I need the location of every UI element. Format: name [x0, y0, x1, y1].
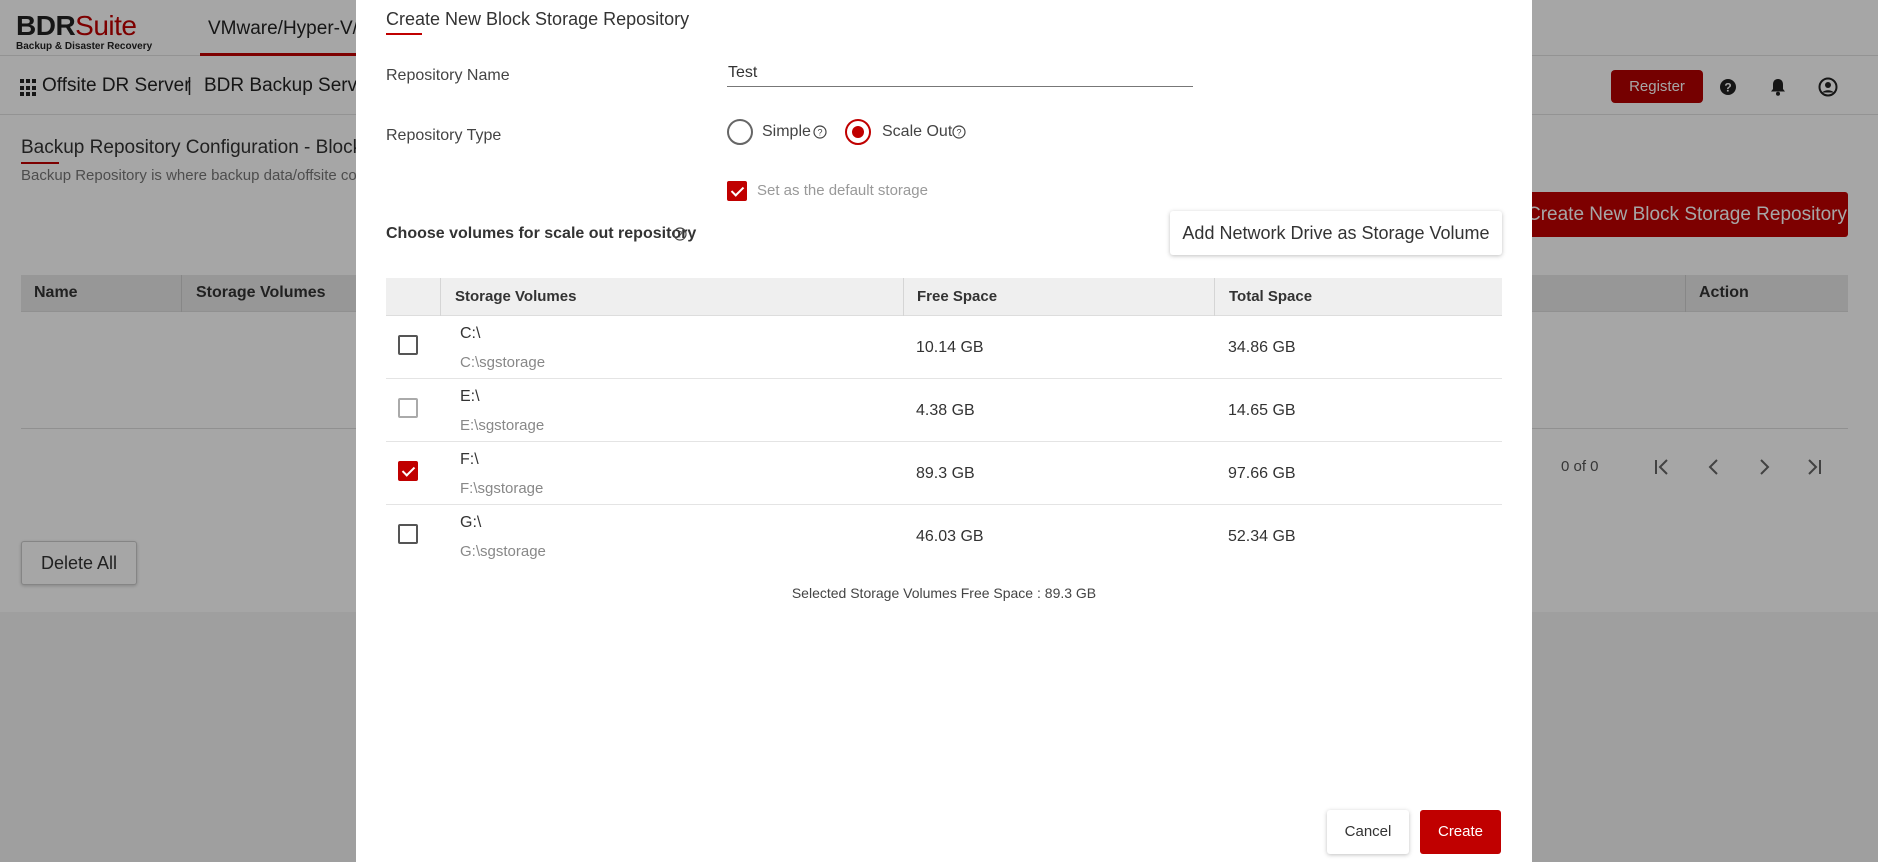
default-storage-label[interactable]: Set as the default storage	[757, 182, 928, 199]
repository-name-input[interactable]	[727, 60, 1193, 87]
table-row[interactable]: F:\ F:\sgstorage 89.3 GB 97.66 GB	[386, 442, 1502, 505]
dialog-title: Create New Block Storage Repository	[386, 9, 690, 29]
volume-total-space: 34.86 GB	[1228, 339, 1296, 356]
scale-out-help-icon[interactable]: ?	[952, 125, 966, 139]
choose-volumes-label: Choose volumes for scale out repository	[386, 225, 697, 242]
create-repository-dialog: Create New Block Storage Repository Repo…	[356, 0, 1532, 862]
table-row[interactable]: C:\ C:\sgstorage 10.14 GB 34.86 GB	[386, 316, 1502, 379]
volume-path: F:\sgstorage	[460, 480, 544, 497]
column-header-free-space: Free Space	[917, 288, 998, 305]
simple-help-icon[interactable]: ?	[813, 125, 827, 139]
choose-volumes-help-icon[interactable]: ?	[673, 227, 687, 241]
volume-free-space: 46.03 GB	[916, 528, 984, 545]
svg-text:?: ?	[677, 230, 682, 240]
repository-type-label: Repository Type	[386, 127, 502, 144]
column-divider	[440, 278, 441, 316]
column-divider	[903, 278, 904, 316]
volumes-table-header: Storage Volumes Free Space Total Space	[386, 278, 1502, 316]
selected-free-space-value: 89.3 GB	[1044, 585, 1097, 601]
volume-path: E:\sgstorage	[460, 417, 545, 434]
radio-simple[interactable]	[727, 119, 753, 145]
volume-total-space: 52.34 GB	[1228, 528, 1296, 545]
volume-path: C:\sgstorage	[460, 354, 546, 371]
default-storage-checkbox[interactable]	[727, 181, 747, 201]
volume-checkbox-e[interactable]	[398, 398, 418, 418]
table-row[interactable]: E:\ E:\sgstorage 4.38 GB 14.65 GB	[386, 379, 1502, 442]
volume-drive: C:\	[460, 325, 481, 342]
column-header-total-space: Total Space	[1229, 288, 1313, 305]
radio-scale-out-label[interactable]: Scale Out	[882, 123, 952, 141]
svg-text:?: ?	[817, 128, 822, 138]
volume-checkbox-f[interactable]	[398, 461, 418, 481]
create-button[interactable]: Create	[1420, 810, 1501, 854]
table-row[interactable]: G:\ G:\sgstorage 46.03 GB 52.34 GB	[386, 505, 1502, 561]
volume-free-space: 10.14 GB	[916, 339, 984, 356]
radio-simple-label[interactable]: Simple	[762, 123, 811, 141]
volume-total-space: 97.66 GB	[1228, 465, 1296, 482]
selected-free-space-label: Selected Storage Volumes Free Space :	[791, 585, 1045, 601]
radio-scale-out[interactable]	[845, 119, 871, 145]
repository-name-label: Repository Name	[386, 67, 510, 84]
add-network-drive-button[interactable]: Add Network Drive as Storage Volume	[1170, 211, 1502, 255]
volume-checkbox-c[interactable]	[398, 335, 418, 355]
volume-checkbox-g[interactable]	[398, 524, 418, 544]
volume-free-space: 89.3 GB	[916, 465, 975, 482]
volume-drive: E:\	[460, 388, 480, 405]
column-header-storage-volumes: Storage Volumes	[455, 288, 577, 305]
volume-total-space: 14.65 GB	[1228, 402, 1296, 419]
dialog-title-underline	[386, 33, 422, 35]
volume-drive: F:\	[460, 451, 479, 468]
column-divider	[1214, 278, 1215, 316]
svg-text:?: ?	[956, 128, 961, 138]
cancel-button[interactable]: Cancel	[1327, 810, 1409, 854]
volume-path: G:\sgstorage	[460, 543, 546, 560]
volume-drive: G:\	[460, 514, 482, 531]
selected-free-space-summary: Selected Storage Volumes Free Space : 89…	[356, 585, 1532, 601]
volume-free-space: 4.38 GB	[916, 402, 975, 419]
